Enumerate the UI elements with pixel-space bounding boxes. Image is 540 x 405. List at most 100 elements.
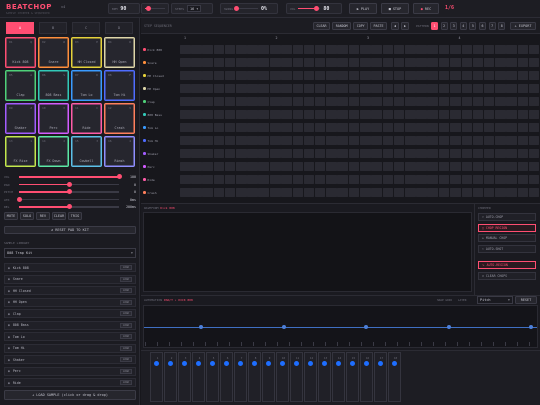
- step-cell[interactable]: [236, 149, 247, 159]
- step-cell[interactable]: [450, 162, 461, 172]
- auto-shot-button[interactable]: ⚡ AUTO-SHOT: [478, 244, 536, 253]
- step-cell[interactable]: [202, 45, 213, 55]
- steps-control[interactable]: STEPS 16 ▾: [171, 3, 213, 14]
- step-cell[interactable]: [337, 123, 348, 133]
- step-cell[interactable]: [517, 110, 528, 120]
- automation-point[interactable]: [199, 325, 203, 329]
- pad-04[interactable]: 04 R HH Open: [104, 37, 135, 68]
- step-cell[interactable]: [224, 123, 236, 133]
- step-cell[interactable]: [393, 123, 405, 133]
- step-cell[interactable]: [180, 188, 191, 198]
- step-cell[interactable]: [506, 136, 517, 146]
- param-slider[interactable]: [19, 189, 119, 195]
- step-cell[interactable]: [348, 162, 359, 172]
- pad-action-solo[interactable]: SOLO: [20, 212, 34, 220]
- manual-chop-button[interactable]: + MANUAL CHOP: [478, 234, 536, 242]
- pad-05[interactable]: 05 A Clap: [5, 70, 36, 101]
- record-button[interactable]: ● REC: [413, 3, 439, 14]
- pattern-4-button[interactable]: 4: [459, 21, 467, 30]
- step-cell[interactable]: [360, 136, 371, 146]
- step-cell[interactable]: [180, 123, 191, 133]
- track-label[interactable]: HH Open: [143, 84, 179, 93]
- step-cell[interactable]: [224, 45, 236, 55]
- pad-key-3[interactable]: 3: [178, 352, 191, 402]
- step-cell[interactable]: [450, 175, 461, 185]
- step-cell[interactable]: [461, 97, 472, 107]
- step-cell[interactable]: [314, 123, 326, 133]
- step-cell[interactable]: [224, 97, 236, 107]
- step-cell[interactable]: [224, 71, 236, 81]
- sample-load-button[interactable]: LOAD: [119, 368, 132, 374]
- step-cell[interactable]: [292, 149, 303, 159]
- step-cell[interactable]: [281, 136, 292, 146]
- step-cell[interactable]: [281, 110, 292, 120]
- step-cell[interactable]: [483, 162, 495, 172]
- step-cell[interactable]: [450, 110, 461, 120]
- step-cell[interactable]: [517, 84, 528, 94]
- step-cell[interactable]: [247, 71, 258, 81]
- step-cell[interactable]: [495, 71, 506, 81]
- step-cell[interactable]: [270, 84, 281, 94]
- sample-load-button[interactable]: LOAD: [119, 345, 132, 351]
- step-cell[interactable]: [371, 71, 382, 81]
- step-cell[interactable]: [270, 175, 281, 185]
- pad-key-17[interactable]: 17: [374, 352, 387, 402]
- sample-load-button[interactable]: LOAD: [119, 322, 132, 328]
- step-cell[interactable]: [303, 175, 315, 185]
- step-cell[interactable]: [191, 110, 202, 120]
- step-cell[interactable]: [528, 175, 540, 185]
- step-cell[interactable]: [326, 71, 337, 81]
- step-cell[interactable]: [303, 45, 315, 55]
- step-cell[interactable]: [337, 84, 348, 94]
- step-cell[interactable]: [438, 71, 450, 81]
- step-cell[interactable]: [337, 162, 348, 172]
- swing-slider[interactable]: [233, 5, 259, 11]
- step-cell[interactable]: [528, 71, 540, 81]
- step-cell[interactable]: [314, 110, 326, 120]
- step-cell[interactable]: [416, 97, 427, 107]
- step-cell[interactable]: [427, 136, 438, 146]
- step-cell[interactable]: [461, 136, 472, 146]
- step-cell[interactable]: [348, 149, 359, 159]
- track-label[interactable]: Clap: [143, 97, 179, 106]
- step-cell[interactable]: [405, 84, 416, 94]
- step-cell[interactable]: [416, 71, 427, 81]
- automation-point[interactable]: [529, 325, 533, 329]
- step-cell[interactable]: [202, 84, 213, 94]
- step-cell[interactable]: [495, 123, 506, 133]
- step-cell[interactable]: [360, 84, 371, 94]
- step-cell[interactable]: [180, 149, 191, 159]
- step-cell[interactable]: [528, 84, 540, 94]
- step-cell[interactable]: [382, 162, 394, 172]
- step-cell[interactable]: [517, 123, 528, 133]
- step-cell[interactable]: [371, 110, 382, 120]
- step-cell[interactable]: [314, 175, 326, 185]
- step-cell[interactable]: [495, 175, 506, 185]
- step-cell[interactable]: [405, 175, 416, 185]
- step-cell[interactable]: [247, 162, 258, 172]
- step-cell[interactable]: [292, 58, 303, 68]
- param-slider[interactable]: [19, 174, 122, 180]
- step-cell[interactable]: [528, 123, 540, 133]
- step-cell[interactable]: [506, 188, 517, 198]
- step-cell[interactable]: [506, 58, 517, 68]
- automation-param-select[interactable]: Pitch ▾: [477, 296, 513, 304]
- step-cell[interactable]: [371, 58, 382, 68]
- step-cell[interactable]: [450, 149, 461, 159]
- step-cell[interactable]: [281, 149, 292, 159]
- play-button[interactable]: ▶ PLAY: [349, 3, 377, 14]
- step-cell[interactable]: [270, 110, 281, 120]
- step-cell[interactable]: [236, 162, 247, 172]
- pad-08[interactable]: 08 F Tom Hi: [104, 70, 135, 101]
- step-cell[interactable]: [180, 71, 191, 81]
- step-cell[interactable]: [224, 188, 236, 198]
- step-cell[interactable]: [461, 84, 472, 94]
- step-cell[interactable]: [213, 45, 225, 55]
- step-cell[interactable]: [483, 71, 495, 81]
- volume-control[interactable]: VOL 80: [286, 3, 342, 14]
- pad-06[interactable]: 06 S 808 Bass: [38, 70, 69, 101]
- step-cell[interactable]: [416, 175, 427, 185]
- step-cell[interactable]: [180, 162, 191, 172]
- pattern-prev-button[interactable]: ◀: [391, 21, 399, 30]
- step-cell[interactable]: [337, 58, 348, 68]
